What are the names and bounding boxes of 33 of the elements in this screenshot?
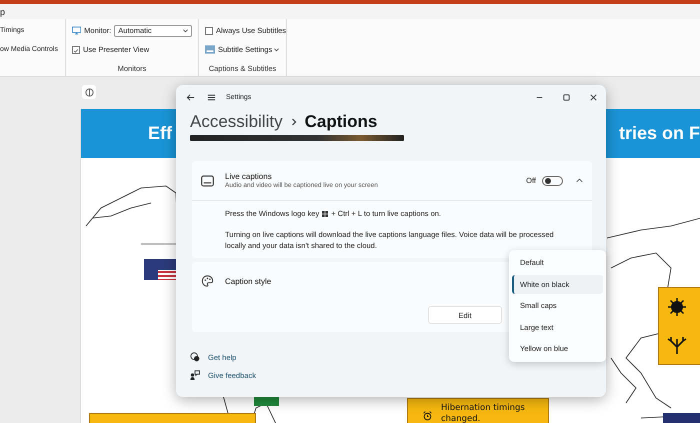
checkbox[interactable] xyxy=(205,26,213,34)
setting-title: Live captions xyxy=(225,172,273,181)
flag-icon xyxy=(254,396,279,406)
feedback-icon xyxy=(190,370,200,380)
caret-icon xyxy=(274,48,280,52)
accessibility-icon[interactable] xyxy=(82,85,96,99)
virus-icon xyxy=(667,297,687,317)
menu-icon[interactable] xyxy=(207,92,216,102)
flag-icon xyxy=(663,413,700,423)
toggle-switch[interactable] xyxy=(542,176,563,186)
subtitle-settings-icon xyxy=(205,45,215,54)
chevron-right-icon xyxy=(290,116,297,126)
maximize-icon[interactable] xyxy=(562,92,571,102)
banner-title: Eff xyxy=(148,123,172,144)
captions-icon xyxy=(201,174,214,186)
coral-icon xyxy=(667,335,687,355)
back-icon[interactable] xyxy=(186,92,195,102)
caret-icon xyxy=(183,28,188,32)
alarm-clock-icon xyxy=(422,409,433,423)
callout-text: Hibernation timings changed. xyxy=(441,403,526,423)
close-icon[interactable] xyxy=(589,92,598,102)
help-icon xyxy=(190,352,200,362)
banner-title: tries on F xyxy=(618,123,700,144)
flag-icon xyxy=(144,259,177,280)
setting-title: Caption style xyxy=(225,276,272,286)
monitor-icon xyxy=(72,26,82,35)
chevron-up-icon[interactable] xyxy=(576,178,583,183)
ribbon-tab[interactable]: p xyxy=(0,6,6,16)
windows-logo-icon xyxy=(322,210,328,216)
checkbox[interactable] xyxy=(72,46,80,54)
palette-icon xyxy=(201,275,214,287)
page-title: Captions xyxy=(304,112,378,132)
breadcrumb-link[interactable]: Accessibility xyxy=(190,112,283,132)
